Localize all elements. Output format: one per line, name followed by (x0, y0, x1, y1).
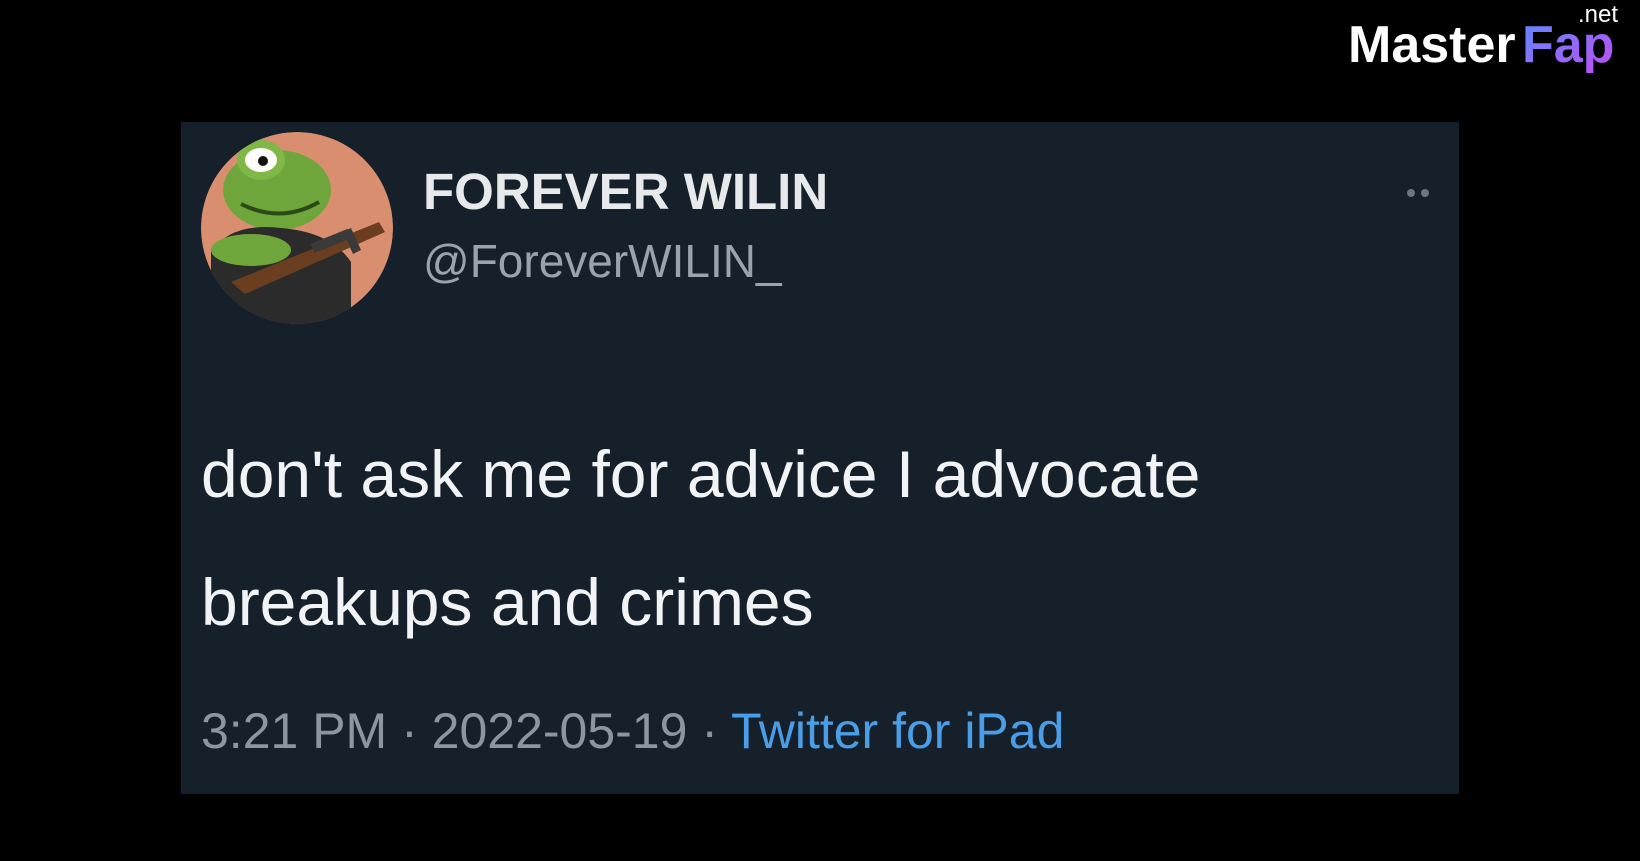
tweet-time[interactable]: 3:21 PM (201, 703, 387, 759)
tweet-source-link[interactable]: Twitter for iPad (731, 703, 1064, 759)
more-options-icon[interactable] (1407, 184, 1443, 198)
dot-icon (1421, 189, 1429, 197)
meta-separator: · (387, 703, 432, 759)
tweet-card: FOREVER WILIN @ForeverWILIN_ don't ask m… (181, 122, 1459, 794)
avatar[interactable] (201, 132, 393, 324)
tweet-meta: 3:21 PM · 2022-05-19 · Twitter for iPad (201, 702, 1064, 760)
watermark-logo-svg: Master Fap .net (1348, 1, 1618, 74)
display-name[interactable]: FOREVER WILIN (423, 162, 828, 221)
page: Master Fap .net FOREVER WILIN @ForeverWI… (0, 0, 1640, 861)
frog-avatar-icon (201, 132, 393, 324)
user-handle[interactable]: @ForeverWILIN_ (423, 234, 782, 288)
svg-text:.net: .net (1578, 1, 1618, 28)
tweet-date[interactable]: 2022-05-19 (432, 703, 688, 759)
tweet-text: don't ask me for advice I advocate break… (201, 437, 1201, 639)
dot-icon (1407, 189, 1415, 197)
meta-separator: · (687, 703, 731, 759)
masterfap-watermark-logo: Master Fap .net (1340, 0, 1640, 82)
svg-text:Master: Master (1348, 16, 1516, 74)
